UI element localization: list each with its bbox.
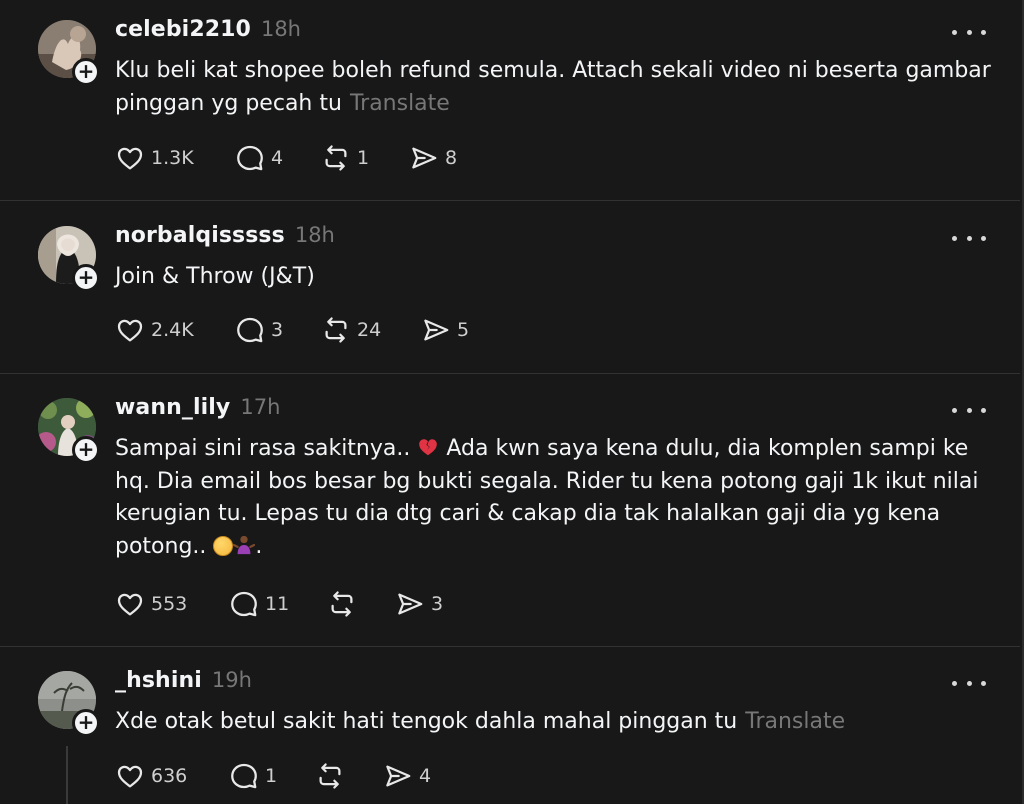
heart-icon (117, 593, 143, 616)
repost-icon (319, 763, 341, 789)
like-button[interactable]: 2.4K (115, 315, 194, 345)
reply-count: 3 (271, 319, 284, 341)
post-text: Klu beli kat shopee boleh refund semula.… (115, 55, 995, 120)
repost-count: 24 (357, 319, 382, 341)
like-count: 553 (151, 593, 188, 615)
post-body: Xde otak betul sakit hati tengok dahla m… (115, 709, 738, 734)
more-options-icon[interactable] (952, 25, 986, 39)
threads-reply-list: + celebi2210 18h Klu beli kat shopee bol… (0, 0, 1024, 804)
comment-icon (231, 763, 257, 789)
follow-plus-icon[interactable]: + (72, 58, 100, 86)
share-count: 4 (419, 765, 432, 787)
post-body: Join & Throw (J&T) (115, 264, 315, 289)
share-icon (398, 593, 423, 615)
person-shrugging-emoji (233, 535, 256, 554)
like-button[interactable]: 1.3K (115, 143, 194, 173)
share-count: 5 (457, 319, 470, 341)
like-count: 1.3K (151, 147, 194, 169)
more-options-icon[interactable] (952, 403, 986, 417)
avatar[interactable]: + (38, 226, 100, 292)
post-header: celebi2210 18h (115, 17, 301, 47)
post-wann_lily: + wann_lily 17h Sampai sini rasa sakitny… (0, 374, 1020, 646)
timestamp: 18h (294, 223, 335, 247)
reply-button[interactable]: 3 (235, 315, 283, 345)
post-header: norbalqisssss 18h (115, 223, 335, 253)
reply-count: 11 (265, 593, 290, 615)
repost-icon (325, 317, 347, 343)
broken-heart-emoji (419, 439, 438, 456)
post-header: wann_lily 17h (115, 395, 280, 425)
post-text: Xde otak betul sakit hati tengok dahla m… (115, 706, 995, 739)
post-text: Sampai sini rasa sakitnya.. Ada kwn saya… (115, 433, 985, 563)
post-celebi2210: + celebi2210 18h Klu beli kat shopee bol… (0, 0, 1020, 200)
timestamp: 18h (260, 17, 301, 41)
username[interactable]: _hshini (115, 668, 202, 693)
share-button[interactable]: 5 (421, 315, 469, 345)
repost-button[interactable] (327, 589, 363, 619)
translate-link[interactable]: Translate (745, 709, 845, 734)
like-count: 636 (151, 765, 188, 787)
repost-button[interactable]: 24 (321, 315, 381, 345)
timestamp: 17h (240, 395, 281, 419)
username[interactable]: wann_lily (115, 395, 230, 420)
post-_hshini: + _hshini 19h Xde otak betul sakit hati … (0, 647, 1020, 804)
comment-icon (231, 591, 257, 617)
like-button[interactable]: 553 (115, 589, 187, 619)
share-icon (424, 319, 449, 341)
post-body: Klu beli kat shopee boleh refund semula.… (115, 58, 991, 116)
avatar[interactable]: + (38, 398, 100, 464)
post-body-start: Sampai sini rasa sakitnya.. (115, 436, 418, 461)
reply-button[interactable]: 4 (235, 143, 283, 173)
share-icon (386, 765, 411, 787)
username[interactable]: celebi2210 (115, 17, 251, 42)
like-button[interactable]: 636 (115, 761, 187, 791)
share-count: 8 (445, 147, 458, 169)
translate-link[interactable]: Translate (350, 91, 450, 116)
share-button[interactable]: 8 (409, 143, 457, 173)
follow-plus-icon[interactable]: + (72, 436, 100, 464)
post-text: Join & Throw (J&T) (115, 261, 995, 294)
follow-plus-icon[interactable]: + (72, 709, 100, 737)
repost-button[interactable] (315, 761, 351, 791)
repost-button[interactable]: 1 (321, 143, 369, 173)
comment-icon (237, 317, 263, 343)
comment-icon (237, 145, 263, 171)
reply-button[interactable]: 11 (229, 589, 289, 619)
follow-plus-icon[interactable]: + (72, 264, 100, 292)
avatar[interactable]: + (38, 20, 100, 86)
heart-icon (117, 319, 143, 342)
reply-count: 4 (271, 147, 284, 169)
repost-icon (331, 591, 353, 617)
like-count: 2.4K (151, 319, 194, 341)
repost-icon (325, 145, 347, 171)
repost-count: 1 (357, 147, 370, 169)
share-button[interactable]: 3 (395, 589, 443, 619)
flushed-face-emoji (213, 535, 234, 556)
share-count: 3 (431, 593, 444, 615)
post-header: _hshini 19h (115, 668, 252, 698)
more-options-icon[interactable] (952, 676, 986, 690)
post-body-end: . (255, 533, 263, 559)
reply-count: 1 (265, 765, 278, 787)
timestamp: 19h (211, 668, 252, 692)
reply-button[interactable]: 1 (229, 761, 277, 791)
share-button[interactable]: 4 (383, 761, 431, 791)
heart-icon (117, 147, 143, 170)
share-icon (412, 147, 437, 169)
post-norbalqisssss: + norbalqisssss 18h Join & Throw (J&T) 2… (0, 201, 1020, 373)
username[interactable]: norbalqisssss (115, 223, 285, 248)
thread-connector-line (66, 746, 68, 804)
heart-icon (117, 765, 143, 788)
more-options-icon[interactable] (952, 231, 986, 245)
avatar[interactable]: + (38, 671, 100, 737)
